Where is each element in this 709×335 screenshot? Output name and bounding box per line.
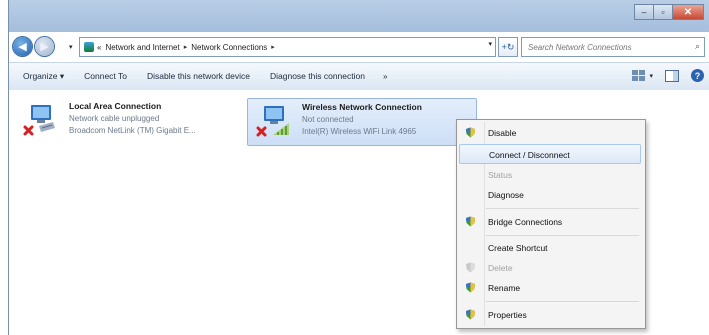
breadcrumb-overflow[interactable]: « <box>97 43 101 52</box>
wired-adapter-disconnected-icon <box>23 105 55 136</box>
menu-item-label: Delete <box>488 263 513 273</box>
menu-item-status[interactable]: Status <box>459 165 641 185</box>
item-details: Wireless Network Connection Not connecte… <box>302 102 422 136</box>
breadcrumb-network-and-internet[interactable]: Network and Internet <box>105 43 179 52</box>
search-box[interactable]: ⌕ <box>521 37 705 57</box>
forward-arrow-icon: ▶ <box>40 41 49 53</box>
forward-button[interactable]: ▶ <box>35 37 54 56</box>
refresh-button[interactable]: +↻ <box>498 37 518 57</box>
disable-device-button[interactable]: Disable this network device <box>137 63 260 90</box>
menu-item-properties[interactable]: Properties <box>459 305 641 325</box>
shield-icon <box>466 309 475 320</box>
preview-pane-icon[interactable] <box>665 69 679 82</box>
navigation-bar: ◀ ▶ ▾ « Network and Internet ▸ Network C… <box>9 36 709 58</box>
menu-separator <box>486 301 639 302</box>
menu-item-label: Connect / Disconnect <box>489 150 570 160</box>
address-dropdown-icon[interactable]: ▾ <box>488 40 492 48</box>
organize-button[interactable]: Organize ▾ <box>9 63 74 90</box>
menu-item-label: Properties <box>488 310 527 320</box>
view-controls: ▾ ? <box>632 69 704 82</box>
command-bar: Organize ▾ Connect To Disable this netwo… <box>9 62 709 91</box>
back-arrow-icon: ◀ <box>18 41 27 53</box>
context-menu: Disable Connect / Disconnect Status Diag… <box>456 119 646 329</box>
search-icon[interactable]: ⌕ <box>695 41 700 52</box>
control-panel-icon <box>84 42 94 52</box>
menu-item-disable[interactable]: Disable <box>459 123 641 143</box>
explorer-window: – ▫ ✕ ◀ ▶ ▾ « Network and Internet ▸ Net… <box>8 0 709 335</box>
search-input[interactable] <box>522 41 680 53</box>
menu-item-label: Status <box>488 170 513 180</box>
menu-separator <box>486 235 639 236</box>
menu-item-connect-disconnect[interactable]: Connect / Disconnect <box>459 144 641 164</box>
breadcrumb-separator-icon[interactable]: ▸ <box>184 43 188 51</box>
menu-item-rename[interactable]: Rename <box>459 278 641 298</box>
menu-item-label: Bridge Connections <box>488 217 563 227</box>
view-dropdown-icon: ▾ <box>649 72 653 80</box>
menu-item-label: Rename <box>488 283 521 293</box>
connection-status: Network cable unplugged <box>69 114 160 123</box>
menu-item-create-shortcut[interactable]: Create Shortcut <box>459 238 641 258</box>
breadcrumb-separator-icon[interactable]: ▸ <box>271 43 275 51</box>
shield-icon <box>466 127 475 138</box>
connection-device: Broadcom NetLink (TM) Gigabit E... <box>69 126 196 135</box>
help-icon[interactable]: ? <box>691 69 704 82</box>
menu-item-label: Diagnose <box>488 190 524 200</box>
caption-buttons: – ▫ ✕ <box>634 4 704 20</box>
menu-item-diagnose[interactable]: Diagnose <box>459 185 641 205</box>
shield-icon <box>466 216 475 227</box>
shield-icon <box>466 262 475 273</box>
menu-item-delete[interactable]: Delete <box>459 258 641 278</box>
back-button[interactable]: ◀ <box>13 37 32 56</box>
item-details: Local Area Connection Network cable unpl… <box>69 101 196 135</box>
connection-name: Local Area Connection <box>69 101 162 111</box>
list-item-wireless-network-connection[interactable]: Wireless Network Connection Not connecte… <box>247 98 477 146</box>
list-item-local-area-connection[interactable]: Local Area Connection Network cable unpl… <box>15 98 243 144</box>
connect-to-button[interactable]: Connect To <box>74 63 137 90</box>
menu-item-bridge-connections[interactable]: Bridge Connections <box>459 212 641 232</box>
more-commands-chevron-icon[interactable]: » <box>375 63 395 90</box>
address-bar[interactable]: « Network and Internet ▸ Network Connect… <box>79 37 496 57</box>
diagnose-connection-button[interactable]: Diagnose this connection <box>260 63 375 90</box>
breadcrumb-network-connections[interactable]: Network Connections <box>191 43 267 52</box>
refresh-icon: +↻ <box>501 41 515 52</box>
menu-item-label: Create Shortcut <box>488 243 548 253</box>
menu-separator <box>486 208 639 209</box>
menu-item-label: Disable <box>488 128 517 138</box>
title-bar: – ▫ ✕ <box>9 0 709 32</box>
close-button[interactable]: ✕ <box>672 4 704 20</box>
wireless-adapter-disconnected-icon <box>256 106 289 137</box>
connection-name: Wireless Network Connection <box>302 102 422 112</box>
recent-pages-dropdown[interactable]: ▾ <box>69 43 73 51</box>
change-view-button[interactable]: ▾ <box>632 69 653 82</box>
shield-icon <box>466 282 475 293</box>
maximize-button[interactable]: ▫ <box>653 4 672 20</box>
view-icon <box>632 69 646 82</box>
connection-device: Intel(R) Wireless WiFi Link 4965 <box>302 127 417 136</box>
minimize-button[interactable]: – <box>634 4 653 20</box>
connection-status: Not connected <box>302 115 354 124</box>
